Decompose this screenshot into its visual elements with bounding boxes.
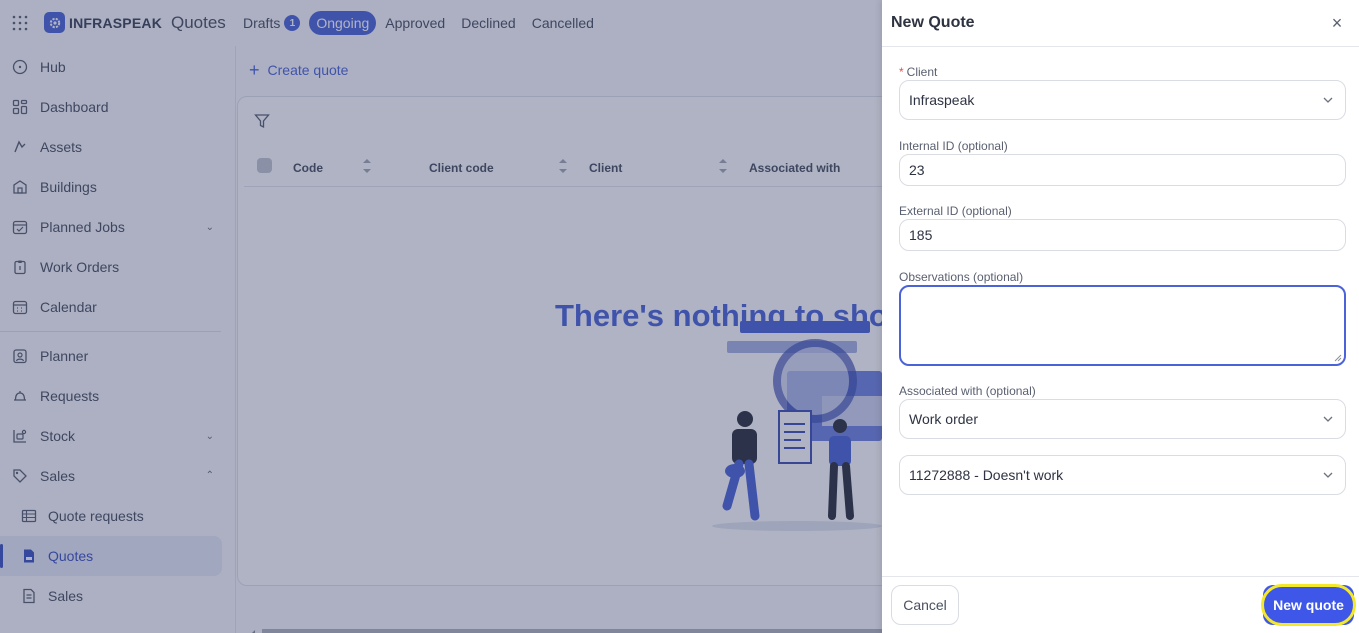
chevron-down-icon xyxy=(1323,472,1333,478)
app-root: INFRASPEAK Quotes Drafts 1 Ongoing Appro… xyxy=(0,0,1359,633)
cancel-button[interactable]: Cancel xyxy=(891,585,959,625)
highlight-ring xyxy=(1261,584,1356,626)
client-select[interactable]: Infraspeak xyxy=(899,80,1346,120)
chevron-down-icon xyxy=(1323,97,1333,103)
work-order-value: 11272888 - Doesn't work xyxy=(909,467,1064,483)
internal-id-label: Internal ID (optional) xyxy=(899,139,1008,153)
drawer-header: New Quote × xyxy=(882,0,1359,47)
associated-with-select[interactable]: Work order xyxy=(899,399,1346,439)
internal-id-value: 23 xyxy=(909,162,925,178)
modal-overlay[interactable] xyxy=(0,0,882,633)
work-order-select[interactable]: 11272888 - Doesn't work xyxy=(899,455,1346,495)
external-id-value: 185 xyxy=(909,227,933,243)
close-icon[interactable]: × xyxy=(1328,14,1346,32)
client-value: Infraspeak xyxy=(909,92,975,108)
internal-id-input[interactable]: 23 xyxy=(899,154,1346,186)
external-id-label: External ID (optional) xyxy=(899,204,1012,218)
associated-with-value: Work order xyxy=(909,411,978,427)
observations-label: Observations (optional) xyxy=(899,270,1024,284)
drawer-footer: Cancel New quote xyxy=(882,576,1359,633)
client-label: * Client xyxy=(899,65,938,79)
chevron-down-icon xyxy=(1323,416,1333,422)
resize-handle-icon[interactable] xyxy=(1334,354,1342,362)
external-id-input[interactable]: 185 xyxy=(899,219,1346,251)
observations-textarea[interactable] xyxy=(899,285,1346,366)
drawer-title: New Quote xyxy=(891,14,975,31)
associated-with-label: Associated with (optional) xyxy=(899,384,1036,398)
new-quote-drawer: New Quote × * Client Infraspeak Internal … xyxy=(882,0,1359,633)
